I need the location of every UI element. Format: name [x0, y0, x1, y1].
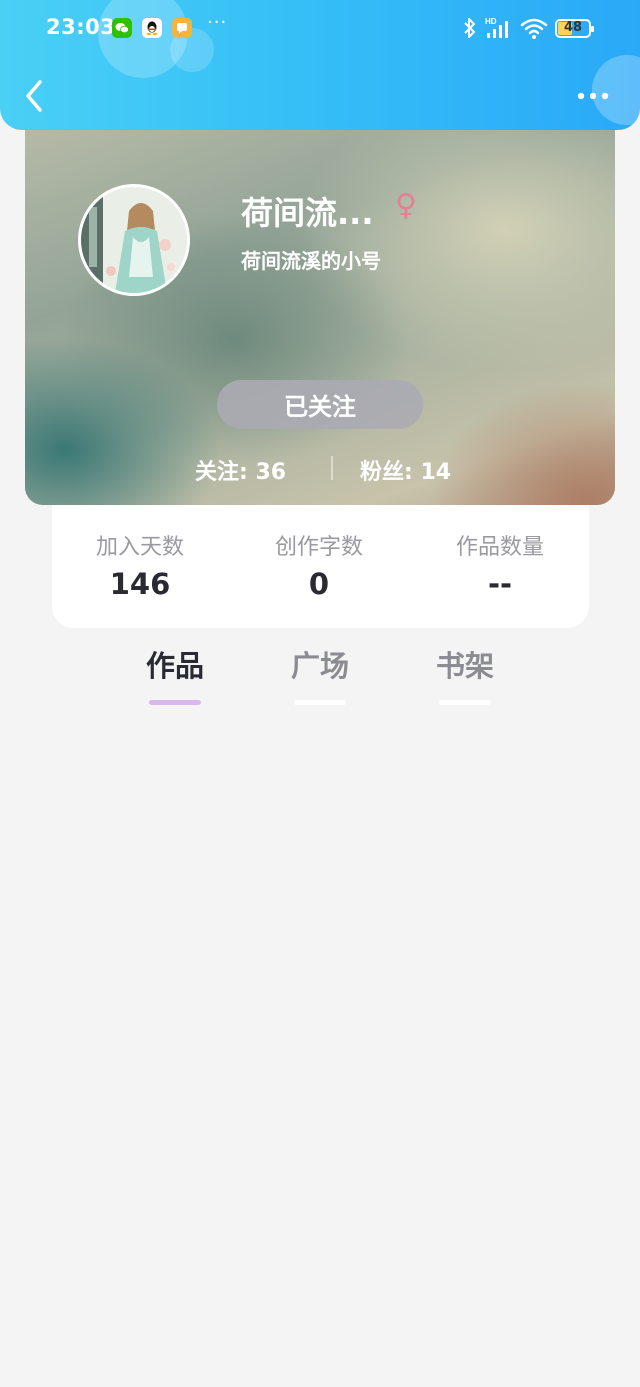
- followed-button[interactable]: 已关注: [217, 380, 423, 429]
- more-dots-icon: [577, 92, 609, 100]
- avatar-image: [81, 187, 187, 293]
- stats-card: 加入天数 146 创作字数 0 作品数量 --: [52, 505, 589, 628]
- profile-hero: 荷间流... ♀ 荷间流溪的小号 已关注 关注: 36 粉丝: 14: [25, 110, 615, 505]
- hd-label: HD: [485, 17, 497, 26]
- cellular-signal-icon: HD: [485, 17, 508, 38]
- stat-value: --: [487, 567, 513, 601]
- stat-word-count: 创作字数 0: [239, 529, 399, 601]
- back-button[interactable]: [20, 78, 50, 114]
- qq-icon: [142, 18, 162, 38]
- battery-level: 48: [563, 20, 583, 35]
- fans-count[interactable]: 粉丝: 14: [360, 454, 451, 486]
- top-header: 23:03 ··· HD 48: [0, 0, 640, 130]
- tab-works[interactable]: 作品: [125, 643, 225, 705]
- hero-background: [25, 110, 615, 505]
- wechat-icon: [112, 18, 132, 38]
- message-icon: [172, 18, 192, 38]
- stat-join-days: 加入天数 146: [60, 529, 220, 601]
- status-time: 23:03: [46, 15, 116, 39]
- stat-value: 146: [109, 567, 171, 601]
- stat-label: 作品数量: [455, 535, 544, 560]
- tab-indicator: [439, 700, 491, 705]
- more-notifications-indicator: ···: [207, 12, 228, 33]
- battery-indicator: 48: [555, 19, 594, 38]
- tab-indicator: [294, 700, 346, 705]
- stats-divider: [331, 456, 333, 480]
- tab-bookshelf[interactable]: 书架: [415, 643, 515, 705]
- more-options-button[interactable]: [574, 82, 614, 110]
- tab-label: 广场: [290, 649, 349, 683]
- tab-label: 作品: [145, 649, 204, 683]
- bluetooth-icon: [464, 18, 475, 38]
- status-bar: 23:03 ··· HD 48: [0, 0, 640, 58]
- stat-works-count: 作品数量 --: [420, 529, 580, 601]
- tab-square[interactable]: 广场: [270, 643, 370, 705]
- stat-label: 创作字数: [274, 535, 363, 560]
- follow-stats: 关注: 36 粉丝: 14: [25, 450, 615, 486]
- wifi-icon: [520, 18, 548, 39]
- profile-subtitle: 荷间流溪的小号: [241, 249, 381, 273]
- stat-label: 加入天数: [95, 535, 184, 560]
- stat-value: 0: [308, 567, 330, 601]
- chevron-left-icon: [26, 80, 42, 112]
- following-count[interactable]: 关注: 36: [195, 454, 286, 486]
- tab-label: 书架: [435, 649, 494, 683]
- tab-indicator: [149, 700, 201, 705]
- avatar[interactable]: [78, 184, 190, 296]
- female-icon: ♀: [395, 188, 417, 223]
- profile-name: 荷间流...: [241, 194, 374, 232]
